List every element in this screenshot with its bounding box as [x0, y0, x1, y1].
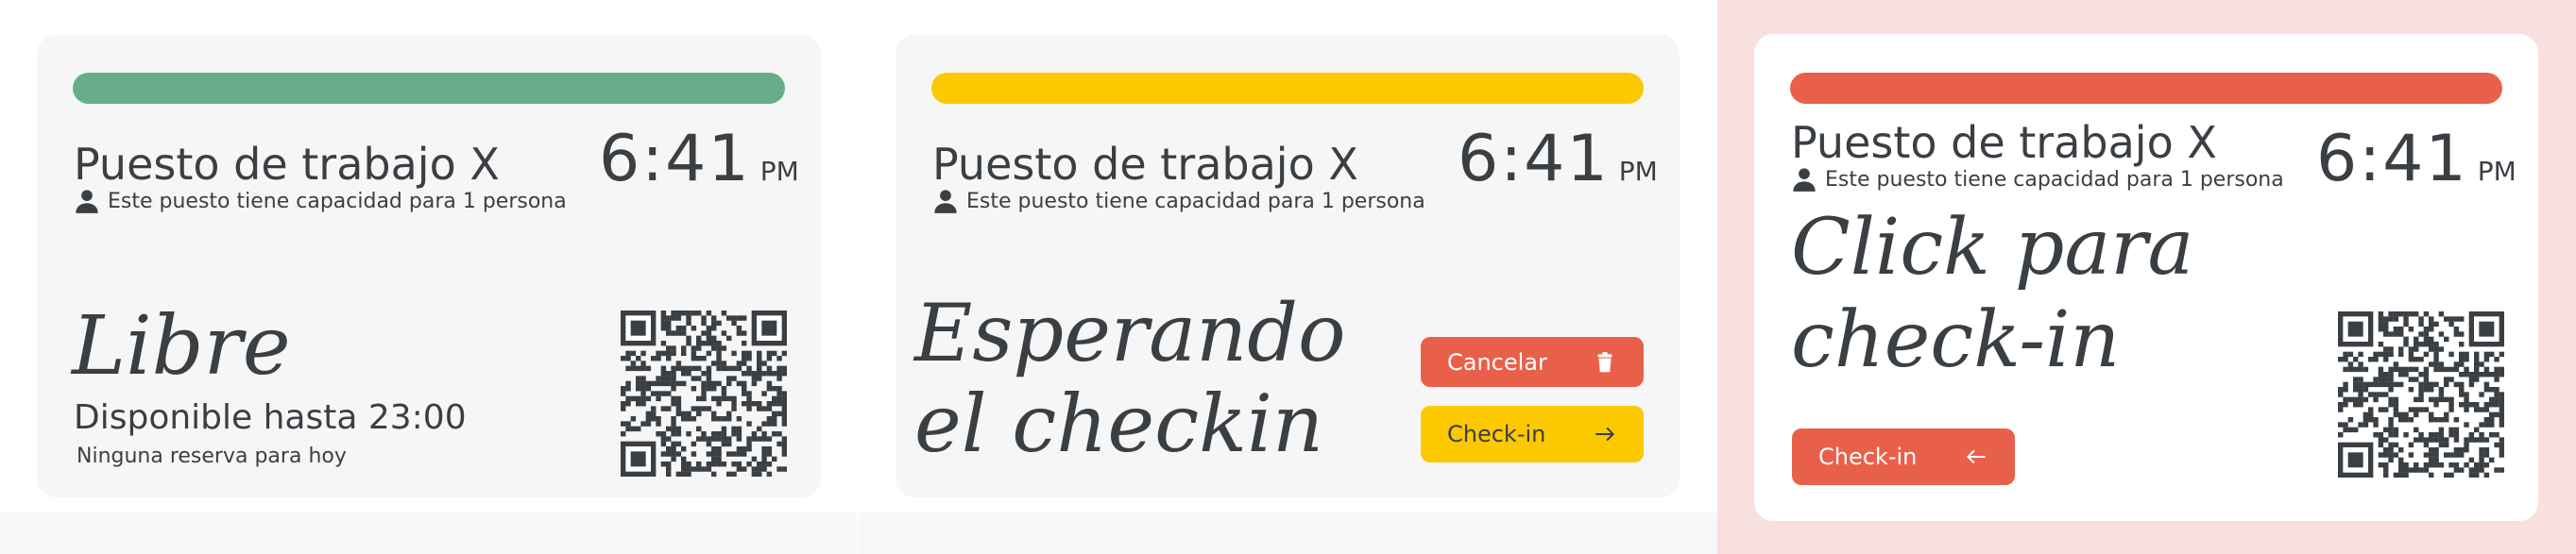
status-bar-yellow — [931, 73, 1644, 104]
person-icon — [76, 190, 98, 213]
clock-time: 6:41 — [599, 122, 751, 196]
person-icon — [934, 190, 957, 213]
status-bar-green — [73, 73, 785, 104]
status-label: Esperando el checkin — [914, 288, 1346, 469]
status-line-1: Esperando — [914, 287, 1346, 379]
workspace-title: Puesto de trabajo X — [74, 139, 500, 190]
status-line-1: Click para — [1791, 203, 2194, 293]
clock-ampm: PM — [1618, 156, 1658, 187]
workspace-title: Puesto de trabajo X — [932, 139, 1358, 190]
arrow-right-icon — [1595, 427, 1615, 442]
status-line-2: check-in — [1791, 295, 2121, 385]
clock-time: 6:41 — [2316, 122, 2468, 196]
capacity-info: Este puesto tiene capacidad para 1 perso… — [1791, 166, 2284, 193]
person-icon — [1793, 168, 1816, 192]
checkin-button[interactable]: Check-in — [1792, 428, 2015, 485]
floor-shadow — [0, 512, 1717, 554]
checkin-button-label: Check-in — [1818, 444, 1918, 470]
workspace-card-waiting: Puesto de trabajo X Este puesto tiene ca… — [896, 35, 1680, 497]
clock: 6:41 PM — [2316, 122, 2516, 196]
status-label: Libre — [72, 299, 291, 394]
clock-ampm: PM — [759, 156, 799, 187]
arrow-left-icon — [1966, 449, 1986, 464]
cancel-button-label: Cancelar — [1447, 348, 1547, 376]
available-until: Disponible hasta 23:00 — [74, 398, 467, 437]
trash-icon — [1597, 351, 1612, 372]
workspace-title: Puesto de trabajo X — [1791, 117, 2217, 168]
floor-divider — [857, 512, 859, 554]
capacity-text: Este puesto tiene capacidad para 1 perso… — [966, 189, 1425, 213]
status-label: Click para check-in — [1791, 202, 2193, 387]
capacity-info: Este puesto tiene capacidad para 1 perso… — [74, 188, 567, 214]
checkin-button-label: Check-in — [1447, 421, 1546, 447]
capacity-info: Este puesto tiene capacidad para 1 perso… — [932, 188, 1425, 214]
clock-time: 6:41 — [1458, 122, 1610, 196]
clock: 6:41 PM — [1458, 122, 1658, 196]
qr-code — [2338, 311, 2504, 478]
cancel-button[interactable]: Cancelar — [1421, 337, 1644, 387]
clock-ampm: PM — [2477, 156, 2516, 187]
capacity-text: Este puesto tiene capacidad para 1 perso… — [108, 189, 567, 213]
workspace-card-free: Puesto de trabajo X Este puesto tiene ca… — [37, 35, 821, 497]
reservations-note: Ninguna reserva para hoy — [77, 445, 347, 468]
capacity-text: Este puesto tiene capacidad para 1 perso… — [1825, 167, 2284, 192]
qr-code — [621, 311, 787, 477]
clock: 6:41 PM — [599, 122, 799, 196]
checkin-button[interactable]: Check-in — [1421, 406, 1644, 462]
status-line-2: el checkin — [914, 378, 1324, 470]
status-bar-red — [1790, 73, 2502, 104]
workspace-card-click: Puesto de trabajo X Este puesto tiene ca… — [1754, 34, 2538, 521]
